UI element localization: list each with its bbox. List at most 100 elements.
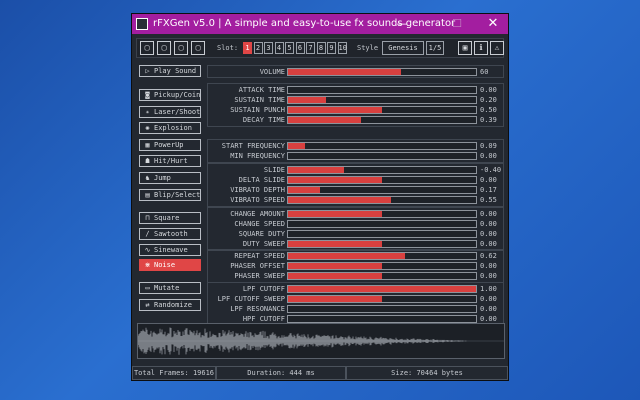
warning-icon: ⚠ — [494, 43, 500, 52]
new-file-button[interactable]: ▢ — [140, 41, 154, 55]
randomize-button[interactable]: ⇄ Randomize — [139, 299, 201, 311]
generator-powerup-button[interactable]: ▦ PowerUp — [139, 138, 201, 151]
phaser-offset-track[interactable] — [287, 262, 477, 270]
frequency-panel: START FREQUENCY 0.09 MIN FREQUENCY 0.00 — [207, 139, 504, 163]
maximize-button[interactable]: ☐ — [442, 14, 472, 34]
generator-pickup-coin-button[interactable]: ◙ Pickup/Coin — [139, 89, 201, 101]
lpf-resonance-slider[interactable]: LPF RESONANCE 0.00 — [208, 304, 505, 314]
sustain-punch-slider[interactable]: SUSTAIN PUNCH 0.50 — [208, 105, 505, 115]
change-speed-slider[interactable]: CHANGE SPEED 0.00 — [208, 219, 505, 229]
slide-track[interactable] — [287, 166, 477, 174]
generator-hit-hurt-button[interactable]: ☗ Hit/Hurt — [139, 155, 201, 168]
lpf-cutoff-sweep-slider[interactable]: LPF CUTOFF SWEEP 0.00 — [208, 294, 505, 304]
change-speed-track[interactable] — [287, 220, 477, 228]
phaser-sweep-track[interactable] — [287, 272, 477, 280]
min-frequency-slider[interactable]: MIN FREQUENCY 0.00 — [208, 151, 505, 161]
min-frequency-track[interactable] — [287, 152, 477, 160]
generator-laser-shoot-button[interactable]: ✴ Laser/Shoot — [139, 105, 201, 118]
slot-button-1[interactable]: 1 — [243, 42, 252, 54]
minimize-button[interactable]: — — [387, 14, 417, 34]
slot-button-4[interactable]: 4 — [274, 42, 284, 54]
volume-value: 60 — [480, 68, 489, 76]
change-amount-track[interactable] — [287, 210, 477, 218]
title-bar[interactable]: rFXGen v5.0 | A simple and easy-to-use f… — [132, 14, 508, 34]
slot-button-6[interactable]: 6 — [295, 42, 305, 54]
attack-time-slider[interactable]: ATTACK TIME 0.00 — [208, 85, 505, 95]
mutate-button[interactable]: ▭ Mutate — [139, 282, 201, 294]
style-dropdown[interactable]: Genesis — [382, 41, 424, 55]
duty-sweep-value: 0.00 — [480, 240, 497, 248]
duty-sweep-slider[interactable]: DUTY SWEEP 0.00 — [208, 239, 505, 249]
screenshot-button[interactable]: ▣ — [458, 41, 472, 55]
phaser-sweep-label: PHASER SWEEP — [234, 272, 285, 280]
lpf-cutoff-track[interactable] — [287, 285, 477, 293]
wave-sinewave-button[interactable]: ∿ Sinewave — [139, 243, 201, 256]
lpf-resonance-track[interactable] — [287, 305, 477, 313]
wave-sinewave-icon: ∿ — [144, 245, 151, 254]
slot-button-3[interactable]: 3 — [264, 42, 273, 54]
square-duty-slider[interactable]: SQUARE DUTY 0.00 — [208, 229, 505, 239]
decay-time-fill — [288, 117, 361, 123]
wave-square-button[interactable]: ⊓ Square — [139, 212, 201, 224]
change-panel: CHANGE AMOUNT 0.00 CHANGE SPEED 0.00 SQUARE … — [207, 207, 504, 251]
decay-time-track[interactable] — [287, 116, 477, 124]
export-file-button[interactable]: ▢ — [191, 41, 205, 55]
lpf-cutoff-sweep-track[interactable] — [287, 295, 477, 303]
slot-button-2[interactable]: 2 — [253, 42, 263, 54]
generator-explosion-button[interactable]: ✺ Explosion — [139, 122, 201, 135]
volume-slider[interactable]: VOLUME 60 — [208, 67, 505, 77]
hpf-cutoff-track[interactable] — [287, 315, 477, 323]
sustain-time-fill — [288, 97, 326, 103]
slot-button-10[interactable]: 10 — [337, 42, 347, 54]
open-file-button[interactable]: ▢ — [157, 41, 171, 55]
min-frequency-label: MIN FREQUENCY — [230, 152, 285, 160]
vibrato-depth-slider[interactable]: VIBRATO DEPTH 0.17 — [208, 185, 505, 195]
file-icon: ▢ — [161, 43, 167, 52]
volume-track[interactable] — [287, 68, 477, 76]
vibrato-depth-track[interactable] — [287, 186, 477, 194]
delta-slide-track[interactable] — [287, 176, 477, 184]
generator-blip-select-button[interactable]: ▤ Blip/Select — [139, 188, 201, 201]
wave-noise-label: Noise — [154, 261, 176, 270]
decay-time-slider[interactable]: DECAY TIME 0.39 — [208, 115, 505, 125]
square-duty-track[interactable] — [287, 230, 477, 238]
lpf-cutoff-slider[interactable]: LPF CUTOFF 1.00 — [208, 284, 505, 294]
phaser-offset-slider[interactable]: PHASER OFFSET 0.00 — [208, 261, 505, 271]
wave-sawtooth-button[interactable]: ∕ Sawtooth — [139, 227, 201, 240]
play-sound-button[interactable]: ▷ Play Sound — [139, 65, 201, 77]
close-button[interactable]: ✕ — [478, 14, 508, 34]
slot-button-9[interactable]: 9 — [327, 42, 336, 54]
duty-sweep-track[interactable] — [287, 240, 477, 248]
attack-time-track[interactable] — [287, 86, 477, 94]
generator-jump-button[interactable]: ♞ Jump — [139, 172, 201, 184]
style-page[interactable]: 1/5 — [426, 41, 444, 55]
repeat-speed-slider[interactable]: REPEAT SPEED 0.62 — [208, 251, 505, 261]
lpf-cutoff-sweep-fill — [288, 296, 382, 302]
save-file-button[interactable]: ▢ — [174, 41, 188, 55]
slot-button-5[interactable]: 5 — [285, 42, 294, 54]
slot-button-7[interactable]: 7 — [306, 42, 315, 54]
change-speed-value: 0.00 — [480, 220, 497, 228]
decay-time-label: DECAY TIME — [242, 116, 285, 124]
mutate-icon: ▭ — [145, 284, 150, 292]
sustain-punch-value: 0.50 — [480, 106, 497, 114]
vibrato-speed-track[interactable] — [287, 196, 477, 204]
repeat-speed-track[interactable] — [287, 252, 477, 260]
start-frequency-slider[interactable]: START FREQUENCY 0.09 — [208, 141, 505, 151]
info-button[interactable]: ℹ — [474, 41, 488, 55]
slot-button-8[interactable]: 8 — [316, 42, 326, 54]
sustain-punch-track[interactable] — [287, 106, 477, 114]
vibrato-speed-slider[interactable]: VIBRATO SPEED 0.55 — [208, 195, 505, 205]
change-amount-slider[interactable]: CHANGE AMOUNT 0.00 — [208, 209, 505, 219]
style-label: Style — [357, 44, 379, 52]
start-frequency-track[interactable] — [287, 142, 477, 150]
slide-slider[interactable]: SLIDE -0.40 — [208, 165, 505, 175]
warning-button[interactable]: ⚠ — [490, 41, 504, 55]
wave-noise-button[interactable]: ⋇ Noise — [139, 259, 201, 272]
phaser-sweep-slider[interactable]: PHASER SWEEP 0.00 — [208, 271, 505, 281]
phaser-offset-value: 0.00 — [480, 262, 497, 270]
sustain-time-track[interactable] — [287, 96, 477, 104]
delta-slide-slider[interactable]: DELTA SLIDE 0.00 — [208, 175, 505, 185]
sustain-time-slider[interactable]: SUSTAIN TIME 0.20 — [208, 95, 505, 105]
app-logo-icon — [136, 18, 148, 30]
